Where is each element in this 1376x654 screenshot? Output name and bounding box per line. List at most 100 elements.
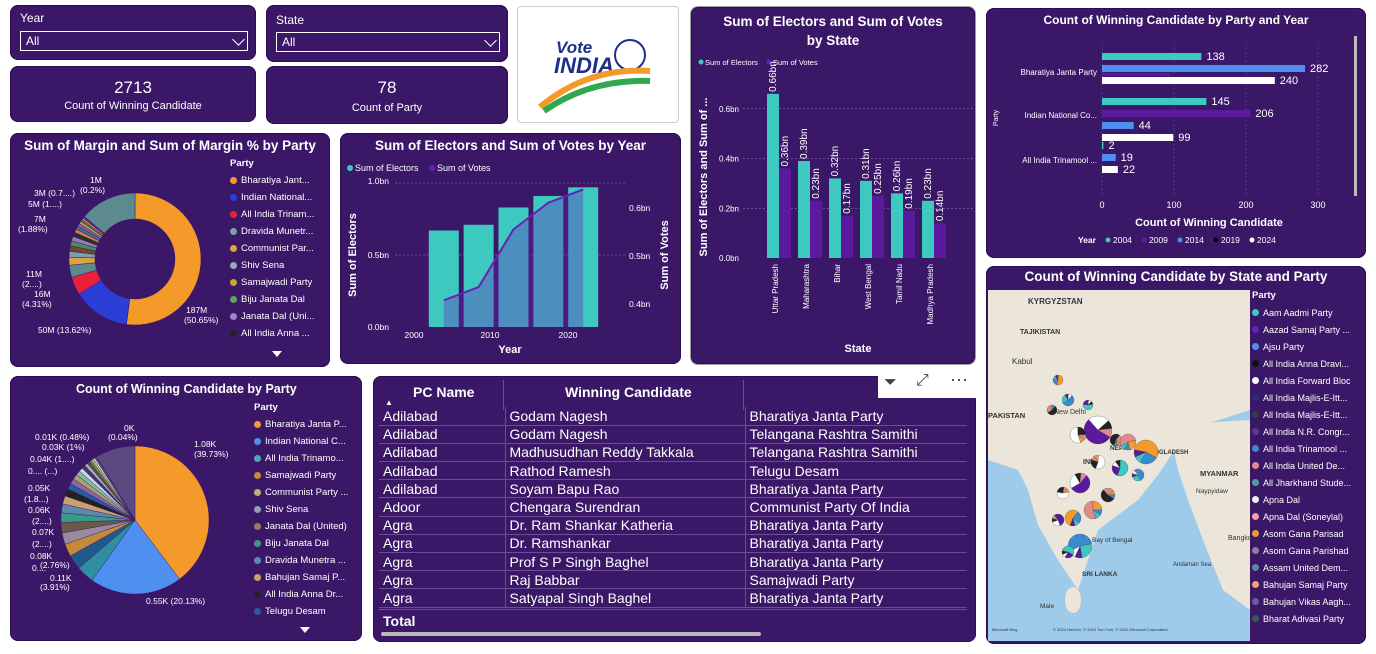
table-row[interactable]: Adilabad Rathod Ramesh Telugu Desam [379, 461, 967, 481]
legend-item[interactable]: Samajwadi Party [230, 274, 314, 291]
legend-item[interactable]: Janata Dal (Uni... [230, 308, 314, 325]
table-row[interactable]: Adoor Chengara Surendran Communist Party O… [379, 497, 967, 517]
year-dropdown[interactable]: All [20, 31, 248, 51]
legend-item[interactable]: Communist Par... [230, 240, 314, 257]
legend-item[interactable]: All India Trinam... [230, 206, 314, 223]
more-options-icon[interactable]: ⋯ [950, 370, 968, 391]
map-pie[interactable] [1083, 500, 1103, 520]
electors-bar[interactable] [860, 180, 872, 258]
legend-item[interactable]: Ajsu Party [1252, 338, 1351, 355]
legend-item[interactable]: All India Forward Bloc [1252, 372, 1351, 389]
map-pie[interactable] [1133, 439, 1159, 465]
map-pie[interactable] [1131, 468, 1145, 482]
state-dropdown[interactable]: All [276, 32, 500, 52]
map-pie[interactable] [1046, 404, 1058, 416]
legend-item[interactable]: All India Trinamo... [254, 450, 348, 467]
legend-item[interactable]: Biju Janata Dal [254, 535, 348, 552]
legend-item[interactable]: Asom Gana Parisad [1252, 525, 1351, 542]
table-row[interactable]: Agra Dr. Ram Shankar Katheria Bharatiya Ja… [379, 516, 967, 535]
map-pie[interactable] [1052, 374, 1064, 386]
legend-scroll-down-icon[interactable] [272, 351, 282, 357]
year-slicer[interactable]: Year All [10, 5, 256, 60]
legend-item[interactable]: All Jharkhand Stude... [1252, 474, 1351, 491]
legend-item[interactable]: Apna Dal [1252, 491, 1351, 508]
legend-item[interactable]: Shiv Sena [254, 501, 348, 518]
legend-item[interactable]: Shiv Sena [230, 257, 314, 274]
legend-item[interactable]: All India Anna Dravi... [1252, 355, 1351, 372]
table-row[interactable]: Adilabad Godam Nagesh Telangana Rashtra Sa… [379, 425, 967, 444]
electors-bar[interactable] [891, 193, 903, 258]
legend-item[interactable]: Biju Janata Dal [230, 291, 314, 308]
legend-item[interactable]: Telugu Desam [254, 603, 348, 620]
table-row[interactable]: Agra Dr. Ramshankar Bharatiya Janta Party [379, 534, 967, 554]
legend-year[interactable]: 2024 [1257, 235, 1276, 245]
legend-item[interactable]: Samajwadi Party [254, 467, 348, 484]
legend-item[interactable]: Dravida Munetr... [230, 223, 314, 240]
legend-item[interactable]: Dravida Munetra ... [254, 552, 348, 569]
legend-year[interactable]: 2004 [1113, 235, 1132, 245]
map-pie[interactable] [1100, 487, 1116, 503]
legend-item[interactable]: Aazad Samaj Party ... [1252, 321, 1351, 338]
legend-item[interactable]: Indian National... [230, 189, 314, 206]
legend-item[interactable]: All India N.R. Congr... [1252, 423, 1351, 440]
legend-item[interactable]: Asom Gana Parishad [1252, 542, 1351, 559]
party-year-bar[interactable] [1102, 154, 1116, 161]
party-year-bar[interactable] [1102, 65, 1306, 72]
legend-item[interactable]: Bharatiya Janta P... [254, 416, 348, 433]
legend-item[interactable]: Bahujan Samaj P... [254, 569, 348, 586]
map-pie[interactable] [1069, 426, 1087, 444]
legend-item[interactable]: All India Majlis-E-Itt... [1252, 406, 1351, 423]
votes-bar[interactable] [810, 200, 822, 258]
horizontal-scrollbar[interactable] [381, 632, 761, 636]
party-year-bar[interactable] [1102, 73, 1171, 76]
electors-bar[interactable] [798, 160, 810, 258]
map-pie[interactable] [1082, 399, 1094, 411]
map-pie[interactable] [1119, 433, 1137, 451]
party-year-bar[interactable] [1102, 53, 1202, 60]
party-year-bar[interactable] [1102, 122, 1134, 129]
map-pie[interactable] [1064, 509, 1082, 527]
legend-item[interactable]: Communist Party ... [254, 484, 348, 501]
map-view[interactable]: KYRGYZSTAN TAJIKISTAN Kabul PAKISTAN New Del… [988, 290, 1250, 641]
map-pie[interactable] [1111, 459, 1129, 477]
votes-bar[interactable] [903, 210, 915, 258]
party-year-bar[interactable] [1102, 166, 1118, 173]
map-pie[interactable] [1083, 415, 1113, 445]
map-pie[interactable] [1056, 486, 1070, 500]
legend-item[interactable]: All India Anna ... [230, 325, 314, 342]
party-year-bar[interactable] [1102, 110, 1251, 117]
legend-item[interactable]: All India Anna Dr... [254, 586, 348, 603]
legend-item[interactable]: All India United De... [1252, 457, 1351, 474]
legend-item[interactable]: Bharat Adivasi Party [1252, 610, 1351, 627]
scrollbar[interactable] [1354, 36, 1357, 196]
map-pie[interactable] [1069, 472, 1091, 494]
votes-bar[interactable] [779, 168, 791, 258]
legend-item[interactable]: Bahujan Vikas Aagh... [1252, 593, 1351, 610]
legend-scroll-down-icon[interactable] [300, 627, 310, 633]
table-row[interactable]: Agra Prof S P Singh Baghel Bharatiya Janta… [379, 552, 967, 572]
legend-item[interactable]: Bahujan Samaj Party [1252, 576, 1351, 593]
votes-bar[interactable] [872, 195, 884, 258]
legend-item[interactable]: All India Majlis-E-Itt... [1252, 389, 1351, 406]
electors-bar[interactable] [767, 93, 779, 258]
table-row[interactable]: Adilabad Madhusudhan Reddy Takkala Telanga… [379, 443, 967, 463]
table-row[interactable]: Adilabad Soyam Bapu Rao Bharatiya Janta Pa… [379, 479, 967, 499]
party-year-bar[interactable] [1102, 142, 1104, 149]
state-slicer[interactable]: State All [266, 5, 508, 62]
legend-item[interactable]: Apna Dal (Soneylal) [1252, 508, 1351, 525]
filter-icon[interactable]: ⏷ [884, 374, 897, 392]
legend-item[interactable]: Aam Aadmi Party [1252, 304, 1351, 321]
legend-year[interactable]: 2009 [1149, 235, 1168, 245]
map-pie[interactable] [1051, 513, 1065, 527]
focus-mode-icon[interactable]: ⤢ [916, 372, 929, 390]
legend-year[interactable]: 2019 [1221, 235, 1240, 245]
party-year-bar[interactable] [1102, 77, 1275, 84]
table-row[interactable]: Agra Raj Babbar Samajwadi Party [379, 570, 967, 590]
table-row[interactable]: Adilabad Godam Nagesh Bharatiya Janta Part… [379, 407, 967, 426]
header-winning-candidate[interactable]: Winning Candidate [565, 384, 692, 400]
map-pie[interactable] [1061, 393, 1075, 407]
votes-bar[interactable] [934, 223, 946, 258]
header-pc-name[interactable]: PC Name [413, 384, 474, 400]
votes-bar[interactable] [841, 215, 853, 258]
legend-item[interactable]: Assam United Dem... [1252, 559, 1351, 576]
